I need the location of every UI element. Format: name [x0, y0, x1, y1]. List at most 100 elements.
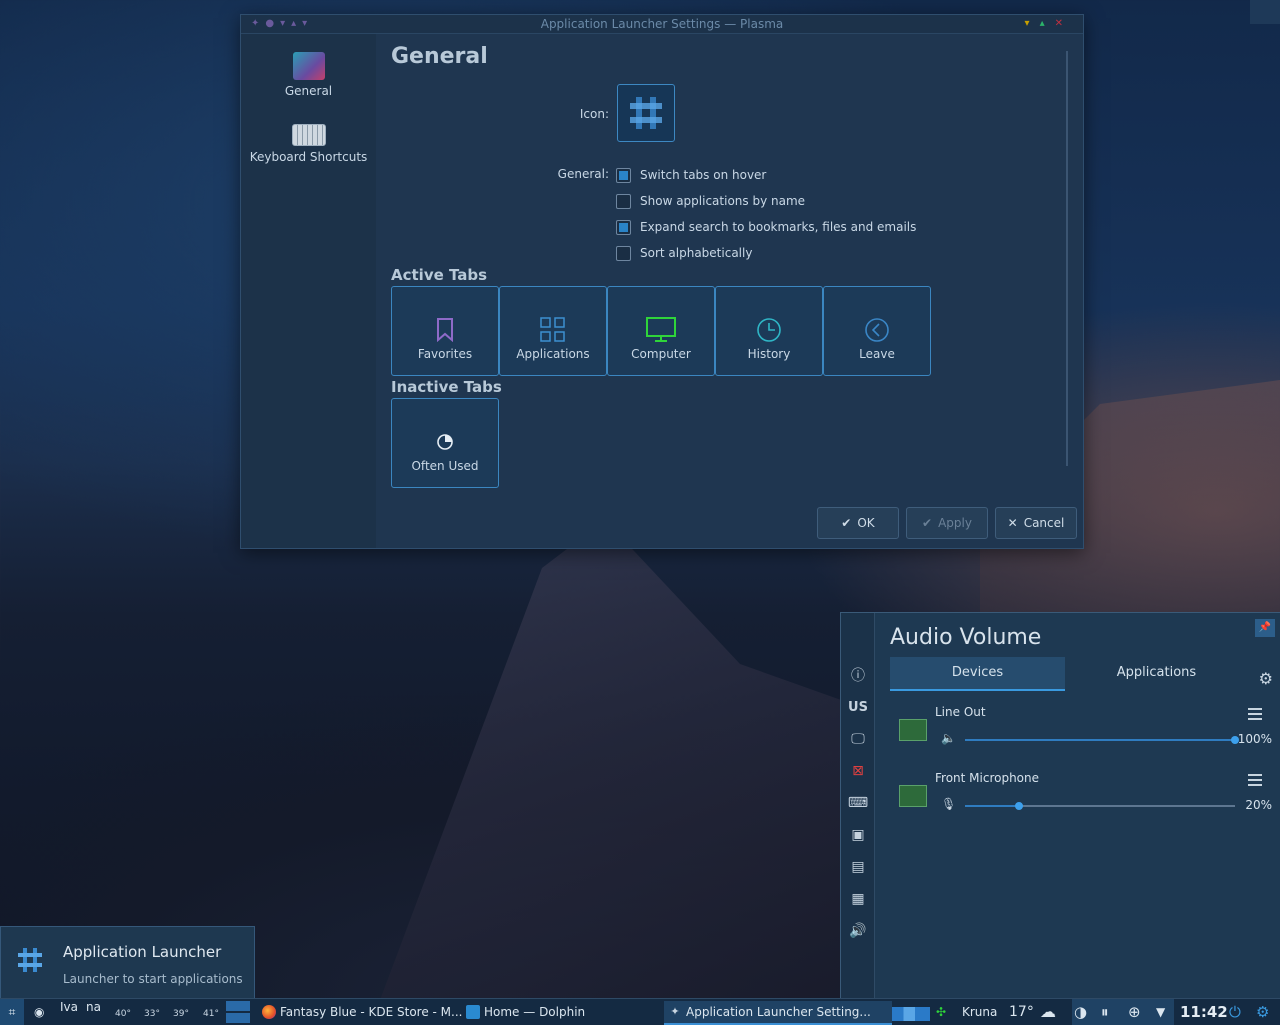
- network-disconnected-icon[interactable]: ⊠: [848, 761, 868, 781]
- tab-card-label: Leave: [859, 347, 895, 361]
- option-sort-alphabetically[interactable]: Sort alphabetically: [616, 244, 752, 262]
- usb-icon[interactable]: ▤: [848, 857, 868, 877]
- task-label: Application Launcher Setting...: [686, 1005, 871, 1019]
- power-icon[interactable]: ⏻: [1229, 999, 1241, 1025]
- weather-location[interactable]: Kruna: [962, 999, 997, 1025]
- audio-volume-popup: ⓘ US 🖵 ⊠ ⌨ ▣ ▤ ▦ 🔊 Audio Volume 📌 Device…: [840, 612, 1280, 999]
- tab-card-label: Often Used: [411, 459, 479, 473]
- maximize-icon[interactable]: ▴: [1040, 18, 1055, 29]
- tab-card-applications[interactable]: Applications: [499, 286, 607, 376]
- pager-icon[interactable]: [226, 1001, 250, 1023]
- settings-sidebar: General Keyboard Shortcuts: [241, 34, 376, 548]
- desktop-corner-button[interactable]: [1250, 0, 1280, 24]
- cloud-icon[interactable]: ☁: [1040, 999, 1056, 1025]
- widget-text-a[interactable]: Iva: [60, 994, 78, 1020]
- launcher-tooltip: Application Launcher Launcher to start a…: [0, 926, 255, 1000]
- tray-expand-icon[interactable]: ▼: [1156, 999, 1165, 1025]
- menu-icon[interactable]: [1248, 774, 1262, 786]
- sidebar-item-keyboard-shortcuts[interactable]: Keyboard Shortcuts: [241, 124, 376, 164]
- keyboard-icon[interactable]: ⌨: [848, 793, 868, 813]
- active-tabs-heading: Active Tabs: [391, 266, 488, 284]
- bookmark-icon: [437, 318, 453, 342]
- minimize-icon[interactable]: ▾: [1025, 18, 1040, 29]
- option-expand-search[interactable]: Expand search to bookmarks, files and em…: [616, 218, 916, 236]
- apply-button[interactable]: ✔ Apply: [906, 507, 988, 539]
- eye-icon[interactable]: ◉: [34, 999, 44, 1025]
- task-firefox[interactable]: Fantasy Blue - KDE Store - M...: [258, 1001, 480, 1023]
- brightness-icon[interactable]: ◑: [1074, 999, 1087, 1025]
- gear-icon[interactable]: ⚙: [1259, 669, 1273, 688]
- volume-percent: 20%: [1245, 798, 1272, 812]
- task-label: Fantasy Blue - KDE Store - M...: [280, 1005, 463, 1019]
- keyboard-icon: [291, 124, 326, 146]
- launcher-icon: [18, 948, 42, 972]
- tab-applications[interactable]: Applications: [1069, 657, 1244, 689]
- popup-title: Audio Volume: [890, 625, 1042, 650]
- launcher-icon: [630, 97, 662, 129]
- system-tray-sidebar: ⓘ US 🖵 ⊠ ⌨ ▣ ▤ ▦ 🔊: [841, 613, 875, 999]
- display-icon[interactable]: 🖵: [848, 729, 868, 749]
- tooltip-subtitle: Launcher to start applications: [63, 972, 243, 986]
- tab-card-favorites[interactable]: Favorites: [391, 286, 499, 376]
- cpu-temp-4: 41°: [203, 1009, 219, 1019]
- sidebar-item-label: General: [284, 84, 333, 98]
- clock-icon: [757, 318, 781, 342]
- tab-card-label: Favorites: [417, 347, 473, 361]
- monitor-icon: [646, 317, 676, 342]
- menu-icon[interactable]: [1248, 708, 1262, 720]
- clipboard-icon[interactable]: ▦: [848, 889, 868, 909]
- tab-card-history[interactable]: History: [715, 286, 823, 376]
- option-switch-tabs-on-hover[interactable]: Switch tabs on hover: [616, 166, 766, 184]
- cancel-icon: ✕: [1007, 516, 1018, 530]
- firefox-icon: [262, 1005, 276, 1019]
- gear-icon[interactable]: ⚙: [1256, 999, 1269, 1025]
- ok-button[interactable]: ✔ OK: [817, 507, 899, 539]
- task-label: Home — Dolphin: [484, 1005, 586, 1019]
- tab-card-computer[interactable]: Computer: [607, 286, 715, 376]
- device-icon[interactable]: ▣: [848, 825, 868, 845]
- option-show-applications-by-name[interactable]: Show applications by name: [616, 192, 805, 210]
- launcher-icon: ⌗: [8, 1005, 16, 1019]
- window-menu-icons[interactable]: ✦●▾▴▾: [251, 15, 313, 33]
- volume-percent: 100%: [1237, 732, 1272, 746]
- page-title: General: [391, 44, 488, 69]
- close-icon[interactable]: ✕: [1055, 18, 1073, 29]
- icon-picker-button[interactable]: [617, 84, 675, 142]
- speaker-icon[interactable]: 🔊: [848, 921, 868, 941]
- weather-status-icon[interactable]: ✣: [936, 999, 946, 1025]
- pause-icon[interactable]: ⏸: [1101, 999, 1109, 1025]
- application-launcher-button[interactable]: ⌗: [0, 999, 24, 1025]
- keyboard-layout-indicator[interactable]: US: [848, 697, 868, 717]
- checkbox[interactable]: [616, 193, 631, 209]
- device-front-microphone: Front Microphone 🎙 20%: [891, 771, 1276, 827]
- notifications-icon[interactable]: ⓘ: [848, 665, 868, 685]
- checkbox[interactable]: [616, 167, 631, 183]
- network-graph[interactable]: [892, 1007, 930, 1021]
- device-name: Front Microphone: [935, 771, 1040, 785]
- window-controls[interactable]: ▾▴✕: [1025, 15, 1073, 33]
- weather-temperature[interactable]: 17°: [1009, 999, 1034, 1025]
- checkbox[interactable]: [616, 219, 631, 235]
- tab-card-often-used[interactable]: Often Used: [391, 398, 499, 488]
- content-scrollbar[interactable]: [1066, 51, 1068, 466]
- tab-card-label: Computer: [631, 347, 691, 361]
- updates-icon[interactable]: ⊕: [1128, 999, 1141, 1025]
- device-name: Line Out: [935, 705, 986, 719]
- slider-handle[interactable]: [1015, 802, 1023, 810]
- checkbox[interactable]: [616, 245, 631, 261]
- cancel-label: Cancel: [1023, 516, 1065, 530]
- pin-icon[interactable]: 📌: [1255, 619, 1275, 637]
- clock[interactable]: 11:42: [1180, 999, 1228, 1025]
- widget-text-b[interactable]: na: [86, 994, 101, 1020]
- volume-slider[interactable]: [965, 802, 1235, 810]
- task-launcher-settings[interactable]: ✦ Application Launcher Setting...: [664, 1001, 892, 1025]
- microphone-icon[interactable]: 🎙: [941, 797, 956, 811]
- window-titlebar[interactable]: ✦●▾▴▾ Application Launcher Settings — Pl…: [241, 15, 1083, 34]
- task-dolphin[interactable]: Home — Dolphin: [462, 1001, 674, 1023]
- sidebar-item-general[interactable]: General: [241, 52, 376, 98]
- tab-devices[interactable]: Devices: [890, 657, 1065, 691]
- tab-card-leave[interactable]: Leave: [823, 286, 931, 376]
- speaker-icon[interactable]: 🔈: [941, 731, 956, 745]
- cancel-button[interactable]: ✕ Cancel: [995, 507, 1077, 539]
- volume-slider[interactable]: [965, 736, 1239, 744]
